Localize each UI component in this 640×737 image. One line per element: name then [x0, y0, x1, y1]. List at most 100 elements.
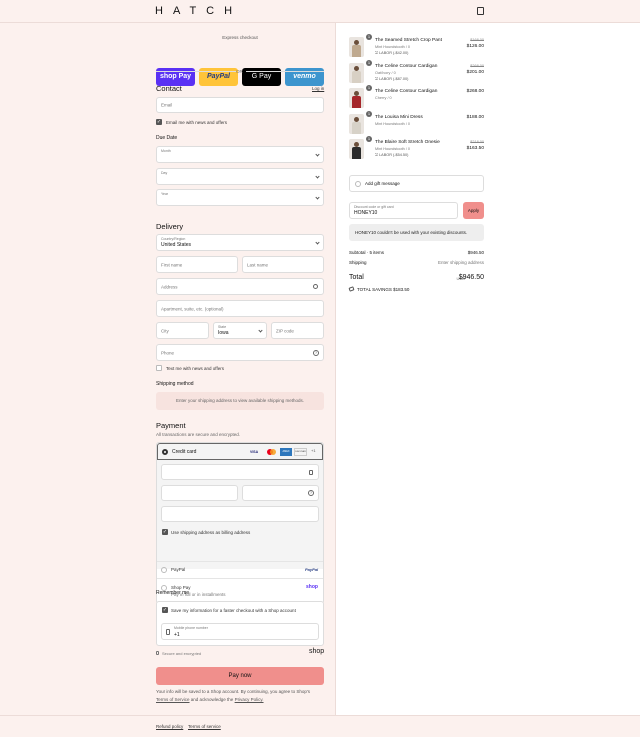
item-price: $188.00	[466, 114, 484, 120]
email-news-checkbox[interactable]: ✓	[156, 119, 162, 125]
email-news-label: Email me with news and offers	[166, 120, 227, 125]
radio[interactable]	[355, 181, 361, 187]
apply-button[interactable]: Apply	[463, 202, 484, 219]
name-on-card-field[interactable]	[161, 506, 319, 522]
contact-heading: Contact	[156, 84, 182, 93]
product-thumbnail	[349, 88, 364, 108]
product-variant: Mint Houndstooth / 0	[375, 147, 411, 151]
item-price: $201.00	[466, 69, 484, 75]
paypal-option[interactable]: PayPal PayPal	[157, 562, 323, 578]
total-value: $946.50	[458, 274, 484, 281]
help-icon[interactable]: ?	[308, 490, 314, 496]
month-select[interactable]: Month	[156, 146, 324, 163]
cart-item: 1 The Celine Contour Cardigan Cherry / 0…	[337, 85, 640, 112]
quantity-badge: 1	[366, 85, 372, 91]
item-price: $126.00	[466, 44, 484, 49]
shop-pay-logo: shop	[306, 584, 318, 590]
text-news-checkbox[interactable]	[156, 365, 162, 371]
billing-same-label: Use shipping address as billing address	[171, 530, 251, 535]
expiration-field[interactable]	[161, 485, 238, 501]
quantity-badge: 1	[366, 110, 372, 117]
subtotal-label: Subtotal · 5 items	[349, 250, 385, 255]
card-number-field[interactable]	[161, 464, 319, 480]
apartment-field[interactable]: Apartment, suite, etc. (optional)	[156, 300, 324, 317]
credit-card-option[interactable]: Credit card VISA AMEX DISCOVER +1	[157, 443, 323, 460]
product-variant: Mint Houndstooth / 0	[375, 45, 411, 49]
checkout-form: Express checkout shop Pay PayPal G Pay v…	[0, 23, 336, 715]
country-select[interactable]: Country/Region United States	[156, 234, 324, 251]
quantity-badge: 1	[366, 34, 372, 40]
day-select[interactable]: Day	[156, 168, 324, 185]
email-field[interactable]: Email	[156, 97, 324, 113]
first-name-field[interactable]: First name	[156, 256, 238, 273]
product-name: The Seamed Stretch Crop Pant	[375, 38, 442, 43]
due-date-heading: Due Date	[156, 135, 178, 141]
cart-item: 1 The Blaire Soft Stretch Onesie Mint Ho…	[337, 136, 640, 163]
shipping-method-placeholder: Enter your shipping address to view avai…	[156, 392, 324, 410]
lock-icon	[309, 470, 313, 475]
zip-field[interactable]: ZIP code	[271, 322, 324, 339]
shipping-label: Shipping	[349, 260, 367, 265]
product-thumbnail	[349, 37, 364, 57]
product-thumbnail	[349, 113, 364, 134]
remember-me-heading: Remember me	[156, 590, 190, 596]
mobile-icon	[166, 629, 170, 635]
cart-item: 1 The Seamed Stretch Crop Pant Mint Houn…	[337, 34, 640, 61]
payment-heading: Payment	[156, 421, 186, 430]
terms-of-service-link[interactable]: Terms of Service	[156, 697, 190, 702]
quantity-badge: 1	[366, 136, 372, 142]
footer: Refund policy Terms of service	[0, 715, 640, 737]
savings-label: TOTAL SAVINGS $183.50	[357, 287, 410, 292]
discount-tag: ⎋ LABOR (-$54.50)	[375, 153, 409, 157]
legal-text-line2: Terms of Service and acknowledge the Pri…	[156, 697, 264, 702]
mobile-phone-field[interactable]: Mobile phone number +1	[161, 623, 319, 640]
product-variant: Oat/Ivory / 0	[375, 70, 396, 75]
secure-label: Secure and encrypted	[162, 651, 202, 656]
shipping-value: Enter shipping address	[437, 260, 484, 265]
shop-logo: shop	[309, 648, 325, 655]
state-select[interactable]: State Iowa	[213, 322, 267, 339]
last-name-field[interactable]: Last name	[242, 256, 324, 273]
text-news-label: Text me with news and offers	[166, 366, 224, 371]
or-divider-label: OR	[236, 69, 243, 74]
save-info-checkbox[interactable]: ✓	[162, 607, 168, 613]
radio-selected[interactable]	[162, 449, 168, 455]
save-info-label: Save my information for a faster checkou…	[171, 608, 296, 613]
hatch-logo[interactable]: HATCH	[155, 5, 242, 17]
subtotal-value: $946.50	[467, 250, 484, 255]
product-variant: Mint Houndstooth / 0	[375, 121, 411, 126]
billing-same-checkbox[interactable]: ✓	[162, 529, 168, 535]
cart-item: 1 The Louisa Mini Dress Mint Houndstooth…	[337, 110, 640, 138]
discount-tag: ⎋ LABOR (-$87.00)	[375, 76, 409, 81]
gift-message-option[interactable]: Add gift message	[349, 175, 484, 192]
discount-tag: ⎋ LABOR (-$42.00)	[375, 51, 409, 55]
paypal-logo: PayPal	[305, 567, 319, 572]
product-name: The Celine Contour Cardigan	[375, 89, 438, 94]
discount-code-field[interactable]: Discount code or gift card HONEY10	[349, 202, 458, 219]
discover-icon: DISCOVER	[294, 448, 307, 456]
terms-of-service-link[interactable]: Terms of service	[188, 724, 221, 729]
payment-options: Credit card VISA AMEX DISCOVER +1 ? ✓ Us…	[156, 442, 324, 604]
visa-icon: VISA	[250, 450, 259, 454]
original-price: $218.00	[470, 140, 484, 144]
cart-item: 1 The Celine Contour Cardigan Oat/Ivory …	[337, 59, 640, 87]
refund-policy-link[interactable]: Refund policy	[156, 724, 183, 729]
pay-now-button[interactable]: Pay now	[156, 667, 324, 685]
radio[interactable]	[161, 567, 167, 573]
lock-icon	[156, 651, 159, 655]
login-link[interactable]: Log in	[312, 86, 324, 91]
address-field[interactable]: Address	[156, 278, 324, 295]
phone-field[interactable]: Phone ?	[156, 344, 324, 361]
shopping-bag-icon[interactable]	[477, 7, 484, 15]
header: HATCH	[0, 0, 640, 23]
privacy-policy-link[interactable]: Privacy Policy.	[235, 697, 264, 702]
discount-error-message: HONEY10 couldn't be used with your exist…	[349, 224, 484, 241]
security-code-field[interactable]: ?	[242, 485, 319, 501]
payment-subtitle: All transactions are secure and encrypte…	[156, 432, 241, 437]
city-field[interactable]: City	[156, 322, 209, 339]
help-icon[interactable]: ?	[313, 350, 319, 356]
mastercard-icon	[266, 448, 278, 456]
more-brands-count: +1	[311, 448, 316, 453]
year-select[interactable]: Year	[156, 189, 324, 206]
quantity-badge: 1	[366, 59, 372, 66]
